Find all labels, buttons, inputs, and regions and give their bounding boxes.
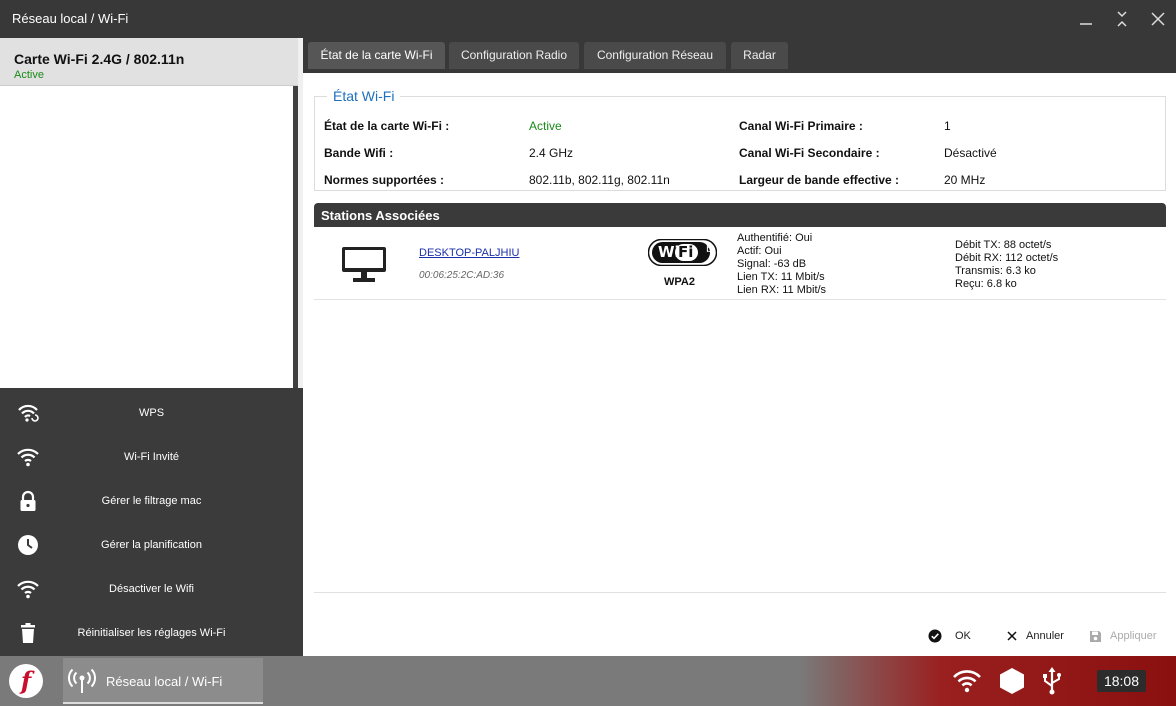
station-link-tx: Lien TX: 11 Mbit/s xyxy=(737,271,825,283)
tab-radar[interactable]: Radar xyxy=(731,42,788,69)
close-button[interactable] xyxy=(1145,6,1171,32)
standards-key: Normes supportées : xyxy=(324,173,445,187)
ok-button[interactable]: OK xyxy=(928,626,971,646)
save-icon xyxy=(1090,630,1101,642)
bandwidth-value: 20 MHz xyxy=(944,173,986,187)
station-mac: 00:06:25:2C:AD:36 xyxy=(419,270,505,281)
guest-wifi-label: Wi-Fi Invité xyxy=(124,451,179,463)
band-value: 2.4 GHz xyxy=(529,146,574,160)
divider xyxy=(314,592,1166,593)
freebox-logo: f xyxy=(20,666,32,695)
card-state-key: État de la carte Wi-Fi : xyxy=(324,119,450,133)
mac-filter-label: Gérer le filtrage mac xyxy=(101,495,202,507)
disable-wifi-button[interactable]: Désactiver le Wifi xyxy=(0,566,303,610)
tab-wifi-card-state[interactable]: État de la carte Wi-Fi xyxy=(308,42,445,69)
station-rate-tx: Débit TX: 88 octet/s xyxy=(955,239,1052,251)
wifi-card-item[interactable]: Carte Wi-Fi 2.4G / 802.11n Active xyxy=(0,38,298,86)
check-circle-icon xyxy=(928,629,942,643)
planning-label: Gérer la planification xyxy=(101,539,202,551)
title-bar: Réseau local / Wi-Fi xyxy=(0,0,1176,38)
wifi-card-name: Carte Wi-Fi 2.4G / 802.11n xyxy=(14,51,185,67)
desktop-computer-icon xyxy=(342,247,386,282)
wps-button[interactable]: WPS xyxy=(0,390,303,434)
taskbar-item-wifi[interactable]: Réseau local / Wi-Fi xyxy=(63,658,263,704)
window-title: Réseau local / Wi-Fi xyxy=(12,11,129,26)
guest-wifi-button[interactable]: Wi-Fi Invité xyxy=(0,434,303,478)
collapse-icon xyxy=(1117,11,1127,27)
ok-label: OK xyxy=(955,630,971,642)
reset-wifi-label: Réinitialiser les réglages Wi-Fi xyxy=(77,627,226,639)
station-received: Reçu: 6.8 ko xyxy=(955,278,1017,290)
standards-value: 802.11b, 802.11g, 802.11n xyxy=(529,173,670,187)
wifi-certified-logo: Wi Fi b xyxy=(647,238,718,267)
stations-header: Stations Associées xyxy=(314,203,1166,227)
hexagon-icon xyxy=(1000,668,1024,694)
primary-channel-key: Canal Wi-Fi Primaire : xyxy=(739,119,863,133)
tab-network-config[interactable]: Configuration Réseau xyxy=(584,42,726,69)
tray-player-button[interactable] xyxy=(997,666,1027,696)
tab-bar: État de la carte Wi-Fi Configuration Rad… xyxy=(303,38,1176,73)
station-link-rx: Lien RX: 11 Mbit/s xyxy=(737,284,827,296)
cancel-label: Annuler xyxy=(1026,630,1064,642)
station-rate-rx: Débit RX: 112 octet/s xyxy=(955,252,1059,264)
card-state-value: Active xyxy=(529,119,562,133)
tray-usb-button[interactable] xyxy=(1037,666,1067,696)
clock: 18:08 xyxy=(1097,670,1146,692)
reset-wifi-button[interactable]: Réinitialiser les réglages Wi-Fi xyxy=(0,610,303,654)
station-name-link[interactable]: DESKTOP-PALJHIU xyxy=(419,247,519,260)
main-content: État de la carte Wi-Fi Configuration Rad… xyxy=(303,38,1176,656)
band-key: Bande Wifi : xyxy=(324,146,394,160)
station-transmitted: Transmis: 6.3 ko xyxy=(955,265,1036,277)
station-row[interactable]: DESKTOP-PALJHIU 00:06:25:2C:AD:36 Wi Fi … xyxy=(314,227,1166,300)
bandwidth-key: Largeur de bande effective : xyxy=(739,173,900,187)
mac-filter-button[interactable]: Gérer le filtrage mac xyxy=(0,478,303,522)
station-active: Actif: Oui xyxy=(737,245,782,257)
apply-label: Appliquer xyxy=(1110,630,1157,642)
apply-button[interactable]: Appliquer xyxy=(1089,626,1156,646)
disable-wifi-label: Désactiver le Wifi xyxy=(109,583,194,595)
usb-icon xyxy=(1043,667,1061,695)
station-signal: Signal: -63 dB xyxy=(737,258,807,270)
primary-channel-value: 1 xyxy=(944,119,951,133)
wifi-standard-letter: b xyxy=(706,244,713,255)
tab-radio-config[interactable]: Configuration Radio xyxy=(449,42,579,69)
secondary-channel-key: Canal Wi-Fi Secondaire : xyxy=(739,146,880,160)
card-list-panel: Carte Wi-Fi 2.4G / 802.11n Active xyxy=(0,38,298,388)
wifi-icon xyxy=(953,670,981,693)
freebox-logo-button[interactable]: f xyxy=(9,664,43,698)
wifi-card-status: Active xyxy=(14,69,44,81)
antenna-icon xyxy=(68,668,96,693)
collapse-button[interactable] xyxy=(1109,6,1135,32)
tray-wifi-button[interactable] xyxy=(952,666,982,696)
planning-button[interactable]: Gérer la planification xyxy=(0,522,303,566)
minimize-icon xyxy=(1080,23,1092,25)
taskbar-item-label: Réseau local / Wi-Fi xyxy=(106,674,223,689)
wifi-state-group: État Wi-Fi État de la carte Wi-Fi : Acti… xyxy=(314,88,1166,191)
wifi-state-legend: État Wi-Fi xyxy=(327,88,401,104)
secondary-channel-value: Désactivé xyxy=(944,146,997,160)
taskbar: f Réseau local / Wi-Fi 18:08 xyxy=(0,656,1176,706)
close-icon xyxy=(1007,631,1017,641)
actions-panel: WPS Wi-Fi Invité Gérer le filtrage mac G… xyxy=(0,388,303,656)
station-auth: Authentifié: Oui xyxy=(737,232,813,244)
cancel-button[interactable]: Annuler xyxy=(1006,626,1064,646)
security-type: WPA2 xyxy=(664,276,695,288)
close-icon xyxy=(1151,12,1165,26)
minimize-button[interactable] xyxy=(1073,6,1099,32)
wps-label: WPS xyxy=(138,407,165,419)
